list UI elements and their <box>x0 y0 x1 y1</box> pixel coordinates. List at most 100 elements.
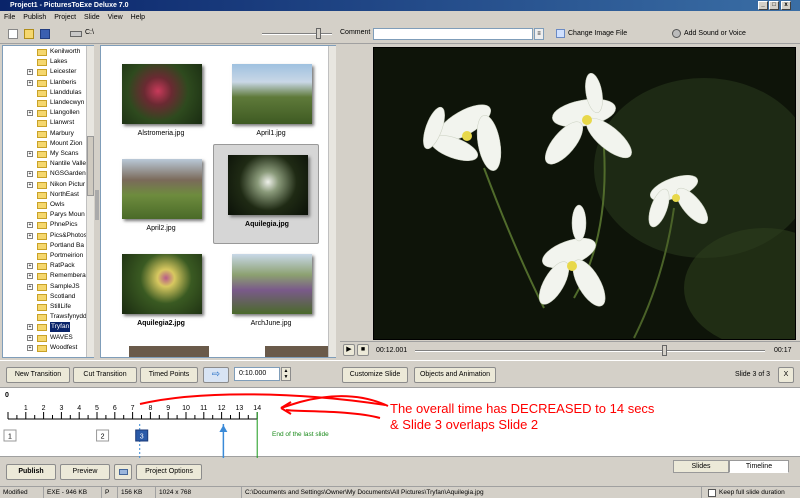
ruler-tick-label: 5 <box>95 405 99 412</box>
expand-icon[interactable]: + <box>27 151 33 157</box>
total-time: 00:17 <box>774 347 792 354</box>
expand-icon[interactable]: + <box>27 69 33 76</box>
thumbnail-item[interactable]: April1.jpg <box>218 54 324 154</box>
duration-input[interactable]: 0:10.000 <box>234 367 280 381</box>
tree-item-label: Lakes <box>50 58 68 66</box>
expand-icon[interactable]: + <box>27 283 33 290</box>
timeline-panel[interactable]: 1 2 3 4 5 6 7 8 9 10 11 12 13 14 1 2 3 0 End of the last… <box>0 387 800 458</box>
play-icon[interactable]: ▶ <box>343 344 355 356</box>
zoom-slider-thumb[interactable] <box>316 28 321 39</box>
menu-view[interactable]: View <box>104 11 127 24</box>
tree-item-label: Llandecwyn <box>50 99 85 106</box>
publish-button[interactable]: Publish <box>6 464 56 480</box>
open-folder-icon[interactable] <box>24 29 34 39</box>
keep-full-duration-checkbox[interactable] <box>708 489 716 497</box>
tree-scrollbar[interactable] <box>86 46 94 357</box>
objects-animation-button[interactable]: Objects and Animation <box>414 367 496 383</box>
minimize-button[interactable]: _ <box>758 1 768 10</box>
folder-icon <box>37 100 47 107</box>
playback-slider-thumb[interactable] <box>661 345 667 356</box>
zoom-slider[interactable] <box>262 33 332 35</box>
expand-icon[interactable]: + <box>27 232 33 239</box>
tree-item-label: Tryfan <box>50 322 71 333</box>
menu-file[interactable]: File <box>0 11 19 24</box>
transition-toolbar: New Transition Cut Transition Timed Poin… <box>0 360 800 386</box>
change-image-link[interactable]: Change Image File <box>568 30 627 37</box>
transition-direction-arrow-icon[interactable]: ⇨ <box>203 367 229 383</box>
tab-timeline[interactable]: Timeline <box>729 460 789 473</box>
keep-full-duration-label: Keep full slide duration <box>719 489 785 496</box>
close-slide-button[interactable]: X <box>778 367 794 383</box>
expand-icon[interactable]: + <box>27 181 33 188</box>
thumbnail-item[interactable]: Aquilegia2.jpg <box>108 244 214 344</box>
tab-slides[interactable]: Slides <box>673 460 729 473</box>
add-sound-link[interactable]: Add Sound or Voice <box>684 30 746 37</box>
change-image-icon[interactable] <box>556 29 565 38</box>
tree-item-label: Llangollen <box>50 109 80 117</box>
customize-slide-button[interactable]: Customize Slide <box>342 367 408 383</box>
expand-icon[interactable]: + <box>27 110 33 117</box>
new-transition-button[interactable]: New Transition <box>6 367 70 383</box>
ruler-start: 0 <box>5 392 9 399</box>
menu-slide[interactable]: Slide <box>80 11 104 24</box>
expand-icon[interactable]: + <box>27 334 33 341</box>
end-of-last-slide-label: End of the last slide <box>272 431 329 438</box>
tree-item-label: Llanberis <box>50 78 77 86</box>
save-icon[interactable] <box>40 29 50 39</box>
preview-button[interactable]: Preview <box>60 464 110 480</box>
close-button[interactable]: x <box>781 1 791 10</box>
tree-item-label: Remembera <box>50 272 86 280</box>
thumbnail-caption: April1.jpg <box>256 130 286 137</box>
expand-icon[interactable]: + <box>27 273 33 280</box>
status-file-size: 156 KB <box>118 487 156 498</box>
thumbnail-caption: Aquilegia2.jpg <box>137 320 185 327</box>
expand-icon[interactable]: + <box>27 79 33 86</box>
folder-icon <box>37 222 47 230</box>
folder-icon <box>37 273 47 281</box>
toolbar: C:\ Comment ≡ Change Image File Add Soun… <box>0 24 800 44</box>
cut-transition-button[interactable]: Cut Transition <box>73 367 137 383</box>
expand-icon[interactable]: + <box>27 222 33 229</box>
speaker-icon[interactable] <box>672 29 681 38</box>
project-options-button[interactable]: Project Options <box>136 464 202 480</box>
expand-icon[interactable]: + <box>27 263 33 270</box>
thumbnail-item[interactable]: Aquilegia.jpg <box>213 144 319 244</box>
folder-icon <box>37 171 47 179</box>
thumbnail-scrollbar[interactable] <box>328 46 336 357</box>
timed-points-button[interactable]: Timed Points <box>140 367 198 383</box>
thumbnail-image <box>122 254 202 314</box>
menu-project[interactable]: Project <box>50 11 80 24</box>
folder-tree[interactable]: Kenilworth Lakes + Leicester + Llanberis Lland… <box>2 45 94 358</box>
expand-icon[interactable]: + <box>27 171 33 178</box>
maximize-button[interactable]: □ <box>769 1 779 10</box>
thumbnail-image <box>129 346 209 357</box>
annotation-text: The overall time has DECREASED to 14 sec… <box>390 401 654 433</box>
thumbnail-image <box>122 64 202 124</box>
stop-icon[interactable]: ■ <box>357 344 369 356</box>
menu-help[interactable]: Help <box>127 11 149 24</box>
duration-spinner[interactable]: ▲ ▼ <box>281 367 291 381</box>
current-time: 00:12.001 <box>376 347 408 354</box>
folder-icon <box>37 181 47 189</box>
playback-slider[interactable] <box>415 350 765 352</box>
expand-icon[interactable]: + <box>27 344 33 351</box>
expand-icon[interactable]: + <box>27 324 33 331</box>
slide-preview-image[interactable] <box>373 47 796 340</box>
tree-item-label: Nantile Valle <box>50 160 87 168</box>
folder-icon <box>37 334 47 342</box>
folder-icon <box>37 79 47 87</box>
ruler-tick-label: 1 <box>24 405 28 412</box>
folder-icon <box>37 140 47 148</box>
comment-edit-icon[interactable]: ≡ <box>534 28 544 40</box>
project-folder-icon[interactable] <box>114 464 132 480</box>
thumbnail-item[interactable]: April2.jpg <box>108 149 214 249</box>
comment-input[interactable] <box>373 28 533 40</box>
status-bar: Modified EXE - 946 KB P 156 KB 1024 x 76… <box>0 486 800 498</box>
ruler-tick-label: 2 <box>42 405 46 412</box>
splitter-handle[interactable] <box>95 190 99 220</box>
thumbnail-item[interactable]: ArchJune.jpg <box>218 244 324 344</box>
menu-publish[interactable]: Publish <box>19 11 50 24</box>
new-file-icon[interactable] <box>8 29 18 39</box>
thumbnail-item[interactable]: Alstromeria.jpg <box>108 54 214 154</box>
tree-item-label: StillLife <box>50 303 71 310</box>
